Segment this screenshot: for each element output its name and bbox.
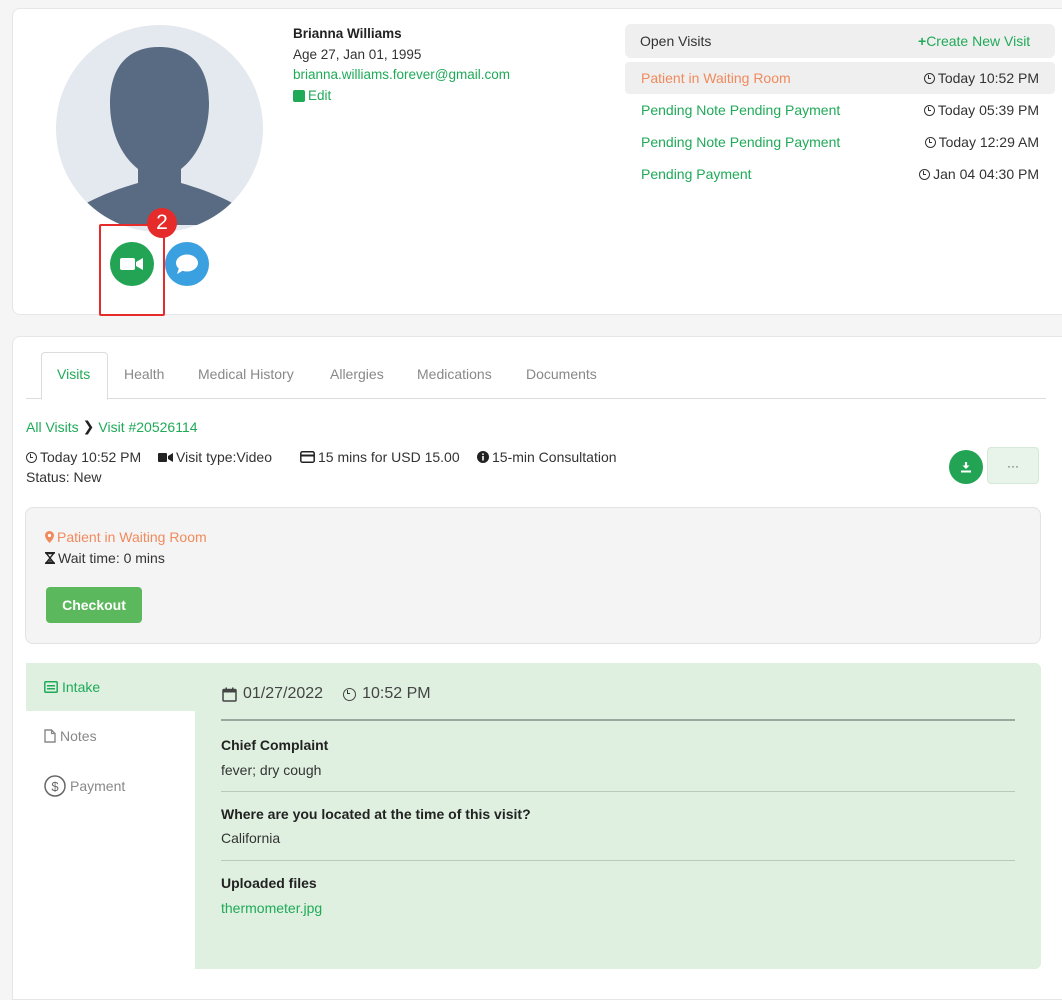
credit-card-icon — [300, 451, 315, 463]
side-tab-intake[interactable]: Intake — [26, 663, 195, 711]
hourglass-icon — [45, 552, 55, 564]
waiting-room-panel — [25, 507, 1041, 644]
clock-icon — [923, 72, 935, 84]
clock-icon — [923, 104, 935, 116]
intake-divider — [221, 719, 1015, 721]
visit-type: Visit type:Video — [158, 449, 272, 465]
tab-allergies[interactable]: Allergies — [330, 366, 384, 382]
open-visit-time-text: Jan 04 04:30 PM — [933, 166, 1039, 182]
visit-price: 15 mins for USD 15.00 — [300, 449, 460, 465]
open-visit-status: Pending Note Pending Payment — [641, 102, 841, 118]
dollar-circle-icon: $ — [44, 775, 66, 797]
create-new-visit-label: Create New Visit — [926, 33, 1031, 49]
clock-icon — [924, 136, 936, 148]
create-new-visit-link[interactable]: +Create New Visit — [918, 33, 1030, 49]
intake-divider — [221, 791, 1015, 792]
intake-answer: California — [221, 830, 281, 846]
chat-button[interactable] — [165, 242, 209, 286]
visit-service-text: 15-min Consultation — [492, 449, 617, 465]
intake-datetime: 01/27/2022 10:52 PM — [222, 685, 431, 703]
side-tab-notes[interactable]: Notes — [26, 712, 195, 760]
patient-name: Brianna Williams — [293, 26, 402, 41]
svg-text:$: $ — [51, 779, 59, 794]
tab-medical-history[interactable]: Medical History — [198, 366, 294, 382]
open-visit-time: Today 05:39 PM — [923, 102, 1039, 118]
intake-question-label: Where are you located at the time of thi… — [221, 806, 531, 822]
open-visit-row[interactable]: Pending Note Pending Payment Today 12:29… — [625, 126, 1055, 158]
more-options-button[interactable]: ··· — [987, 447, 1039, 484]
map-pin-icon — [45, 531, 54, 543]
open-visit-time: Jan 04 04:30 PM — [919, 166, 1039, 182]
waiting-room-status-text: Patient in Waiting Room — [57, 529, 207, 545]
breadcrumb-current-visit[interactable]: Visit #20526114 — [98, 419, 197, 435]
visit-time: Today 10:52 PM — [26, 449, 141, 465]
tab-medications[interactable]: Medications — [417, 366, 492, 382]
waiting-room-status: Patient in Waiting Room — [45, 529, 207, 545]
patient-age-dob: Age 27, Jan 01, 1995 — [293, 47, 422, 62]
visit-price-text: 15 mins for USD 15.00 — [318, 449, 460, 465]
intake-question-label: Uploaded files — [221, 875, 317, 891]
open-visit-time: Today 12:29 AM — [924, 134, 1039, 150]
visit-time-text: Today 10:52 PM — [40, 449, 142, 465]
open-visit-row[interactable]: Patient in Waiting Room Today 10:52 PM — [625, 62, 1055, 94]
open-visit-time: Today 10:52 PM — [923, 70, 1039, 86]
intake-divider — [221, 860, 1015, 861]
download-button[interactable] — [949, 450, 983, 484]
wait-time: Wait time: 0 mins — [45, 550, 165, 566]
avatar — [56, 25, 263, 232]
calendar-icon — [222, 687, 237, 702]
open-visit-row[interactable]: Pending Note Pending Payment Today 05:39… — [625, 94, 1055, 126]
side-tab-payment[interactable]: $ Payment — [26, 762, 195, 810]
person-silhouette-icon — [58, 47, 261, 225]
open-visit-time-text: Today 05:39 PM — [937, 102, 1039, 118]
intake-question-label: Chief Complaint — [221, 737, 329, 753]
document-icon — [44, 729, 56, 743]
tabs-divider — [26, 398, 1046, 399]
breadcrumb: All Visits ❯ Visit #20526114 — [26, 418, 198, 435]
patient-email[interactable]: brianna.williams.forever@gmail.com — [293, 67, 510, 82]
chat-bubble-icon — [176, 254, 198, 274]
highlight-annotation — [99, 224, 165, 316]
clock-icon — [26, 451, 37, 463]
chevron-right-icon: ❯ — [82, 418, 95, 434]
checkout-button[interactable]: Checkout — [46, 587, 142, 623]
open-visit-status: Patient in Waiting Room — [641, 70, 791, 86]
side-tab-intake-label: Intake — [62, 679, 101, 695]
visit-type-text: Visit type:Video — [176, 449, 272, 465]
intake-date-text: 01/27/2022 — [243, 685, 324, 702]
breadcrumb-all-visits[interactable]: All Visits — [26, 419, 79, 435]
visit-status: Status: New — [26, 469, 102, 485]
uploaded-file-link[interactable]: thermometer.jpg — [221, 900, 322, 916]
tab-visits[interactable]: Visits — [57, 366, 90, 382]
clock-icon — [919, 168, 931, 180]
info-icon — [477, 451, 489, 463]
edit-link[interactable]: Edit — [293, 88, 331, 103]
download-icon — [961, 462, 971, 473]
plus-icon: + — [918, 33, 927, 49]
intake-form-icon — [44, 681, 58, 693]
clock-icon — [343, 687, 357, 701]
open-visit-time-text: Today 12:29 AM — [938, 134, 1039, 150]
edit-label: Edit — [308, 88, 332, 103]
open-visit-time-text: Today 10:52 PM — [937, 70, 1039, 86]
open-visit-status: Pending Note Pending Payment — [641, 134, 841, 150]
visit-service: 15-min Consultation — [477, 449, 617, 465]
open-visits-title: Open Visits — [640, 33, 712, 49]
edit-icon — [293, 89, 305, 102]
intake-answer: fever; dry cough — [221, 762, 322, 778]
wait-time-text: Wait time: 0 mins — [58, 550, 165, 566]
open-visit-row[interactable]: Pending Payment Jan 04 04:30 PM — [625, 158, 1055, 190]
open-visit-status: Pending Payment — [641, 166, 752, 182]
tab-health[interactable]: Health — [124, 366, 164, 382]
video-camera-icon — [158, 452, 173, 462]
tab-documents[interactable]: Documents — [526, 366, 597, 382]
side-tab-notes-label: Notes — [60, 728, 97, 744]
intake-time-text: 10:52 PM — [362, 685, 431, 702]
step-number-badge: 2 — [147, 208, 177, 238]
side-tab-payment-label: Payment — [70, 778, 126, 794]
